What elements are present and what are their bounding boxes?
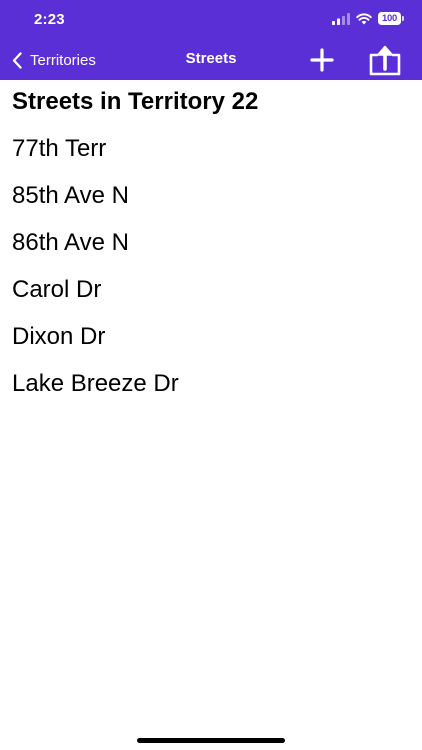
nav-bar: Territories Streets: [0, 40, 422, 80]
back-button-label: Territories: [30, 51, 96, 69]
header: 2:23 100 Territories Streets: [0, 0, 422, 80]
share-icon: [369, 45, 401, 76]
street-list-item[interactable]: 86th Ave N: [12, 229, 129, 257]
status-bar: 2:23 100: [0, 0, 422, 40]
battery-level: 100: [378, 12, 401, 25]
list-heading: Streets in Territory 22: [12, 88, 259, 115]
wifi-icon: [356, 12, 372, 24]
add-street-button[interactable]: [308, 46, 336, 74]
street-list-item[interactable]: 85th Ave N: [12, 182, 129, 210]
chevron-left-icon: [12, 51, 22, 69]
battery-tip: [402, 16, 404, 21]
status-time: 2:23: [34, 11, 65, 28]
home-indicator: [137, 738, 285, 743]
street-list-item[interactable]: 77th Terr: [12, 135, 106, 163]
street-list-item[interactable]: Dixon Dr: [12, 323, 105, 351]
street-list-item[interactable]: Carol Dr: [12, 276, 101, 304]
back-button[interactable]: Territories: [12, 48, 96, 72]
status-icons: 100: [332, 12, 404, 25]
street-list-item[interactable]: Lake Breeze Dr: [12, 370, 179, 398]
share-button[interactable]: [368, 44, 402, 76]
battery-icon: 100: [378, 12, 404, 25]
cellular-signal-icon: [332, 12, 350, 25]
plus-icon: [310, 48, 334, 72]
